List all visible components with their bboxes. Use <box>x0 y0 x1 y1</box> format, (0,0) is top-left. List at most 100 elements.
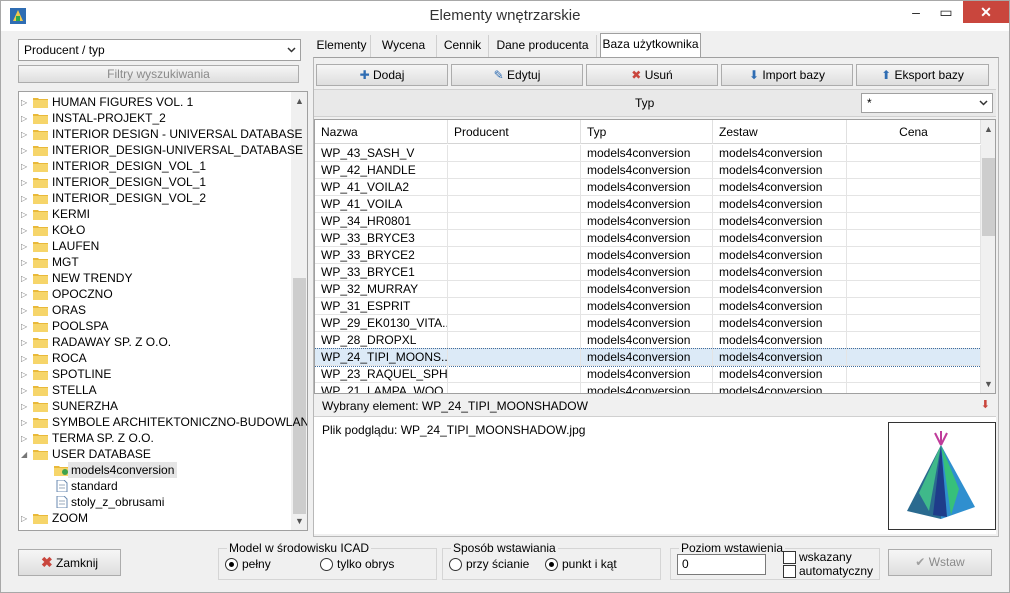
expand-arrow-icon[interactable]: ▷ <box>21 178 30 187</box>
scroll-up-icon[interactable]: ▲ <box>295 96 304 106</box>
table-row[interactable]: WP_29_EK0130_VITA... models4conversion mod… <box>315 315 981 332</box>
insert-button[interactable]: ✔ Wstaw <box>888 549 992 576</box>
table-row[interactable]: WP_41_VOILA2 models4conversion models4conv… <box>315 179 981 196</box>
scroll-down-icon[interactable]: ▼ <box>295 516 304 526</box>
expand-arrow-icon[interactable]: ▷ <box>21 98 30 107</box>
search-filters-button[interactable]: Filtry wyszukiwania <box>18 65 299 83</box>
table-row[interactable]: WP_34_HR0801 models4conversion models4conv… <box>315 213 981 230</box>
expand-arrow-icon[interactable]: ▷ <box>21 338 30 347</box>
table-cell: WP_24_TIPI_MOONS... <box>315 349 448 366</box>
add-button[interactable]: ✚ Dodaj <box>316 64 448 86</box>
table-row[interactable]: WP_31_ESPRIT models4conversion models4conv… <box>315 298 981 315</box>
group-by-select[interactable]: Producent / typ <box>18 39 301 61</box>
expand-arrow-icon[interactable]: ▷ <box>21 194 30 203</box>
collapse-icon[interactable]: ⬇ <box>981 398 990 411</box>
tab-dane-producenta[interactable]: Dane producenta <box>489 35 597 57</box>
tree-item-label: ORAS <box>52 303 87 317</box>
expand-arrow-icon[interactable]: ▷ <box>21 146 30 155</box>
insert-level-group: Poziom wstawienia 0 wskazany automatyczn… <box>670 541 880 580</box>
table-cell <box>847 230 981 247</box>
folder-icon <box>33 162 48 172</box>
tree-item-label: USER DATABASE <box>52 447 151 461</box>
table-row[interactable]: WP_42_HANDLE models4conversion models4conv… <box>315 162 981 179</box>
expand-arrow-icon[interactable]: ▷ <box>21 514 30 523</box>
elements-table[interactable]: Nazwa Producent Typ Zestaw Cena WP_43_SA… <box>314 119 996 394</box>
expand-arrow-icon[interactable]: ▷ <box>21 306 30 315</box>
expand-arrow-icon[interactable]: ▷ <box>21 114 30 123</box>
folder-icon <box>33 274 48 284</box>
column-header-typ[interactable]: Typ <box>581 120 713 144</box>
expand-arrow-icon[interactable]: ▷ <box>21 210 30 219</box>
table-cell: models4conversion <box>581 213 713 230</box>
table-row[interactable]: WP_32_MURRAY models4conversion models4conv… <box>315 281 981 298</box>
model-outline-radio[interactable] <box>320 558 333 571</box>
model-full-radio[interactable] <box>225 558 238 571</box>
column-header-cena[interactable]: Cena <box>847 120 981 144</box>
tab-wycena[interactable]: Wycena <box>371 35 437 57</box>
expand-arrow-icon[interactable]: ▷ <box>21 322 30 331</box>
expand-arrow-icon[interactable]: ▷ <box>21 354 30 363</box>
tab-elementy[interactable]: Elementy <box>313 35 371 57</box>
table-cell <box>448 349 581 366</box>
expand-arrow-icon[interactable]: ▷ <box>21 434 30 443</box>
minimize-button[interactable]: – <box>901 1 931 23</box>
table-row[interactable]: WP_24_TIPI_MOONS... models4conversion mode… <box>315 348 982 367</box>
table-scrollbar[interactable]: ▲ ▼ <box>981 120 995 393</box>
table-row[interactable]: WP_33_BRYCE2 models4conversion models4conv… <box>315 247 981 264</box>
table-scroll-thumb[interactable] <box>982 158 995 236</box>
tree-scroll-thumb[interactable] <box>293 278 306 514</box>
category-tree[interactable]: ▲ ▼ ▷ HUMAN FIGURES VOL. 1 ▷ INSTAL-PROJEKT… <box>18 91 308 531</box>
table-row[interactable]: WP_28_DROPXL models4conversion models4conv… <box>315 332 981 349</box>
table-cell <box>448 179 581 196</box>
tree-item-label: stoly_z_obrusami <box>71 495 165 509</box>
edit-button[interactable]: ✎ Edytuj <box>451 64 583 86</box>
table-cell: models4conversion <box>713 349 847 366</box>
folder-icon <box>33 194 48 204</box>
column-header-nazwa[interactable]: Nazwa <box>315 120 448 144</box>
table-row[interactable]: WP_41_VOILA models4conversion models4conve… <box>315 196 981 213</box>
tab-cennik[interactable]: Cennik <box>437 35 489 57</box>
expand-arrow-icon[interactable]: ▷ <box>21 258 30 267</box>
at-wall-radio[interactable] <box>449 558 462 571</box>
expand-arrow-icon[interactable]: ▷ <box>21 274 30 283</box>
table-cell <box>847 196 981 213</box>
maximize-button[interactable]: ▭ <box>931 1 961 23</box>
close-button[interactable]: ✖ Zamknij <box>18 549 121 576</box>
column-header-producent[interactable]: Producent <box>448 120 581 144</box>
delete-button[interactable]: ✖ Usuń <box>586 64 718 86</box>
folder-icon <box>33 226 48 236</box>
table-cell <box>448 315 581 332</box>
type-filter-select[interactable]: * <box>861 93 993 113</box>
automatic-checkbox[interactable] <box>783 565 796 578</box>
expand-arrow-icon[interactable]: ▷ <box>21 242 30 251</box>
tree-item-label: RADAWAY SP. Z O.O. <box>52 335 172 349</box>
collapse-arrow-icon[interactable]: ◢ <box>21 450 30 459</box>
table-row[interactable]: WP_33_BRYCE1 models4conversion models4conv… <box>315 264 981 281</box>
folder-icon <box>33 434 48 444</box>
expand-arrow-icon[interactable]: ▷ <box>21 162 30 171</box>
tab-baza-uzytkownika[interactable]: Baza użytkownika <box>600 33 701 57</box>
insert-level-input[interactable]: 0 <box>677 554 766 575</box>
import-database-button[interactable]: ⬇ Import bazy <box>721 64 853 86</box>
expand-arrow-icon[interactable]: ▷ <box>21 370 30 379</box>
table-row[interactable]: WP_21_LAMPA_WOO... models4conversion model… <box>315 383 981 393</box>
edit-label: Edytuj <box>507 68 541 82</box>
expand-arrow-icon[interactable]: ▷ <box>21 290 30 299</box>
expand-arrow-icon[interactable]: ▷ <box>21 386 30 395</box>
expand-arrow-icon[interactable]: ▷ <box>21 130 30 139</box>
table-row[interactable]: WP_23_RAQUEL_SPH... models4conversion mode… <box>315 366 981 383</box>
expand-arrow-icon[interactable]: ▷ <box>21 226 30 235</box>
column-header-zestaw[interactable]: Zestaw <box>713 120 847 144</box>
table-cell: models4conversion <box>581 332 713 349</box>
scroll-up-icon[interactable]: ▲ <box>984 124 993 134</box>
point-angle-radio[interactable] <box>545 558 558 571</box>
indicated-checkbox[interactable] <box>783 551 796 564</box>
close-window-button[interactable]: ✕ <box>963 1 1009 23</box>
expand-arrow-icon[interactable]: ▷ <box>21 402 30 411</box>
table-cell <box>448 332 581 349</box>
table-row[interactable]: WP_43_SASH_V models4conversion models4conv… <box>315 145 981 162</box>
scroll-down-icon[interactable]: ▼ <box>984 379 993 389</box>
export-database-button[interactable]: ⬆ Eksport bazy <box>856 64 989 86</box>
table-row[interactable]: WP_33_BRYCE3 models4conversion models4conv… <box>315 230 981 247</box>
expand-arrow-icon[interactable]: ▷ <box>21 418 30 427</box>
